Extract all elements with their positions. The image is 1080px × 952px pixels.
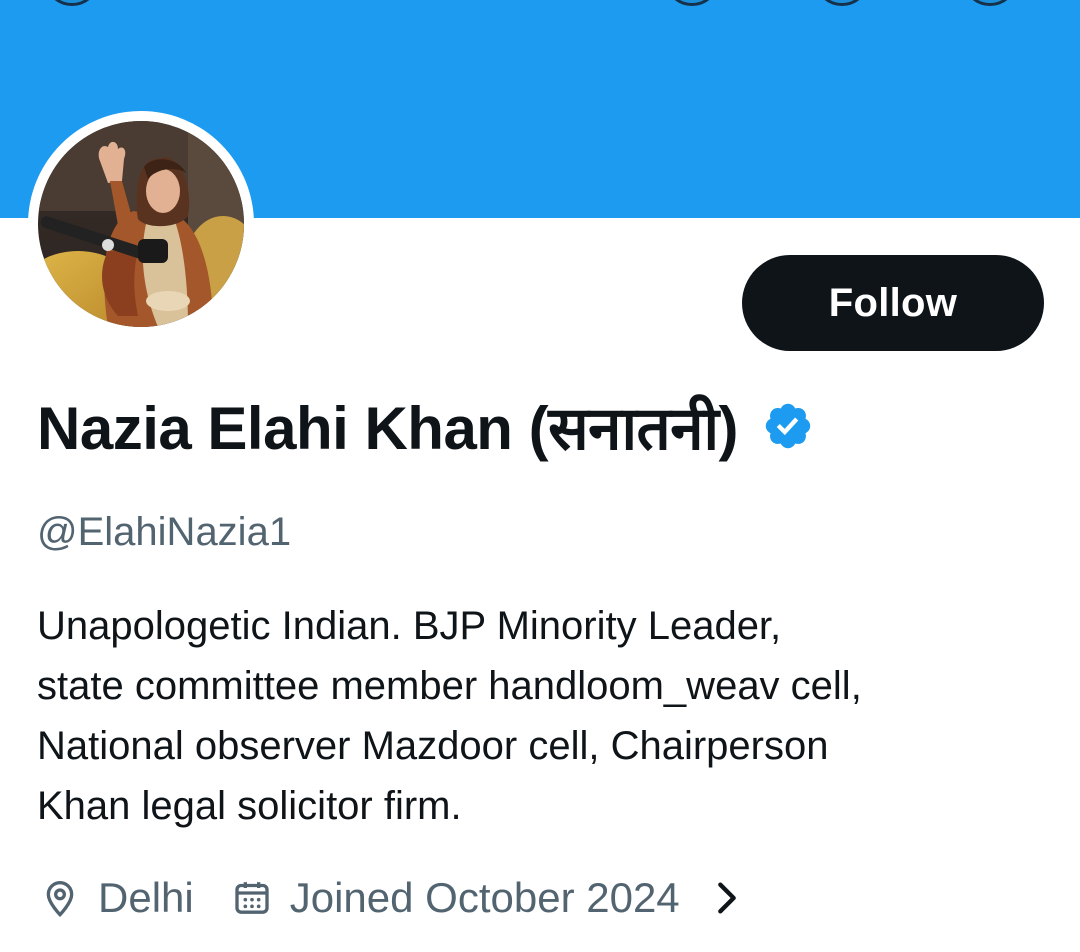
bio-line: Unapologetic Indian. BJP Minority Leader…: [37, 604, 782, 648]
follow-button[interactable]: Follow: [742, 255, 1044, 351]
verified-badge-icon[interactable]: [762, 400, 814, 452]
bio-line: National observer Mazdoor cell, Chairper…: [37, 724, 829, 768]
header-button-more[interactable]: [962, 0, 1018, 6]
bio-line: Khan legal solicitor firm.: [37, 784, 462, 828]
header-button-back[interactable]: [44, 0, 100, 6]
avatar-photo: [38, 121, 244, 327]
location-text: Delhi: [98, 874, 194, 921]
location-pin-icon: [46, 881, 74, 918]
calendar-icon: [235, 882, 269, 914]
joined-text: Joined October 2024: [289, 874, 680, 921]
profile-meta-row: Delhi Joined October 2024: [40, 870, 744, 926]
avatar[interactable]: [28, 111, 254, 337]
bio-line: state committee member handloom_weav cel…: [37, 664, 862, 708]
profile-bio: Unapologetic Indian. BJP Minority Leader…: [37, 596, 1027, 836]
header-button-search[interactable]: [664, 0, 720, 6]
joined-info: Joined October 2024: [232, 874, 680, 922]
chevron-right-icon[interactable]: [710, 878, 744, 918]
avatar-image[interactable]: [38, 121, 244, 327]
header-button-share[interactable]: [814, 0, 870, 6]
display-name: Nazia Elahi Khan (सनातनी): [37, 395, 739, 462]
profile-name-row: Nazia Elahi Khan (सनातनी): [37, 388, 814, 464]
profile-handle: @ElahiNazia1: [37, 510, 292, 554]
